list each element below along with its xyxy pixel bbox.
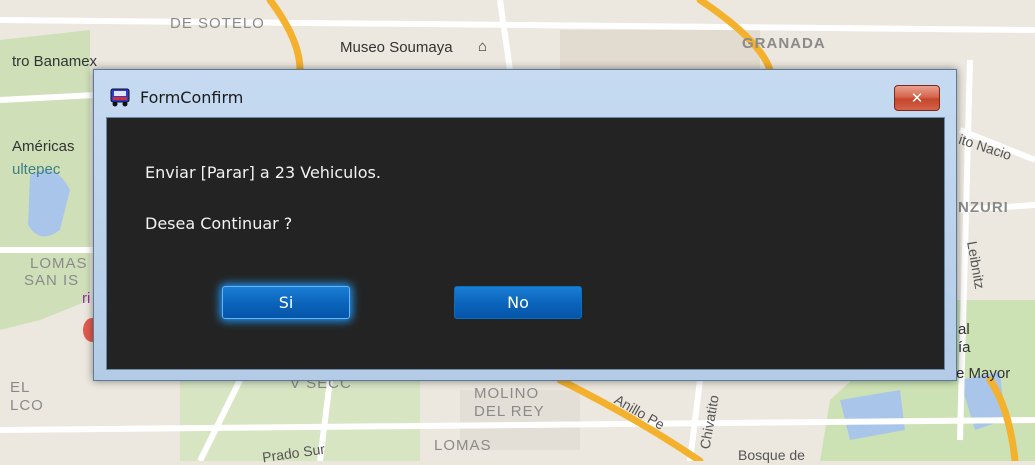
map-label: ía [958, 339, 971, 356]
map-label: DE SOTELO [170, 15, 265, 32]
map-label: GRANADA [742, 35, 826, 52]
no-button[interactable]: No [454, 286, 582, 319]
map-label: Bosque de [738, 447, 805, 463]
museum-icon: ⌂ [478, 38, 488, 55]
message-line-1: Enviar [Parar] a 23 Vehiculos. [145, 163, 381, 182]
map-label: Américas [12, 138, 75, 155]
map-label: Museo Soumaya [340, 39, 453, 56]
close-icon: ✕ [910, 89, 924, 107]
map-label: DEL REY [474, 403, 545, 420]
map-label: LCO [10, 397, 44, 414]
app-icon [109, 86, 131, 108]
map-label: EL [10, 379, 31, 396]
message-line-2: Desea Continuar ? [145, 214, 293, 233]
map-label: SAN IS [24, 272, 80, 289]
map-label: e Mayor [956, 365, 1011, 382]
yes-button[interactable]: Si [222, 286, 350, 319]
map-label: NZURI [958, 199, 1009, 216]
map-label: ultepec [12, 161, 61, 178]
close-button[interactable]: ✕ [894, 85, 940, 111]
dialog-title: FormConfirm [140, 88, 244, 107]
map-label: ri [82, 290, 91, 307]
dialog-titlebar[interactable]: FormConfirm ✕ [94, 70, 956, 116]
map-label: MOLINO [474, 385, 540, 402]
map-label: LOMAS [434, 437, 492, 454]
confirm-dialog: FormConfirm ✕ Enviar [Parar] a 23 Vehicu… [93, 69, 957, 381]
map-label: al [958, 321, 970, 338]
dialog-body: Enviar [Parar] a 23 Vehiculos. Desea Con… [106, 117, 945, 370]
map-label: tro Banamex [12, 53, 98, 70]
map-label: LOMAS [30, 255, 88, 272]
